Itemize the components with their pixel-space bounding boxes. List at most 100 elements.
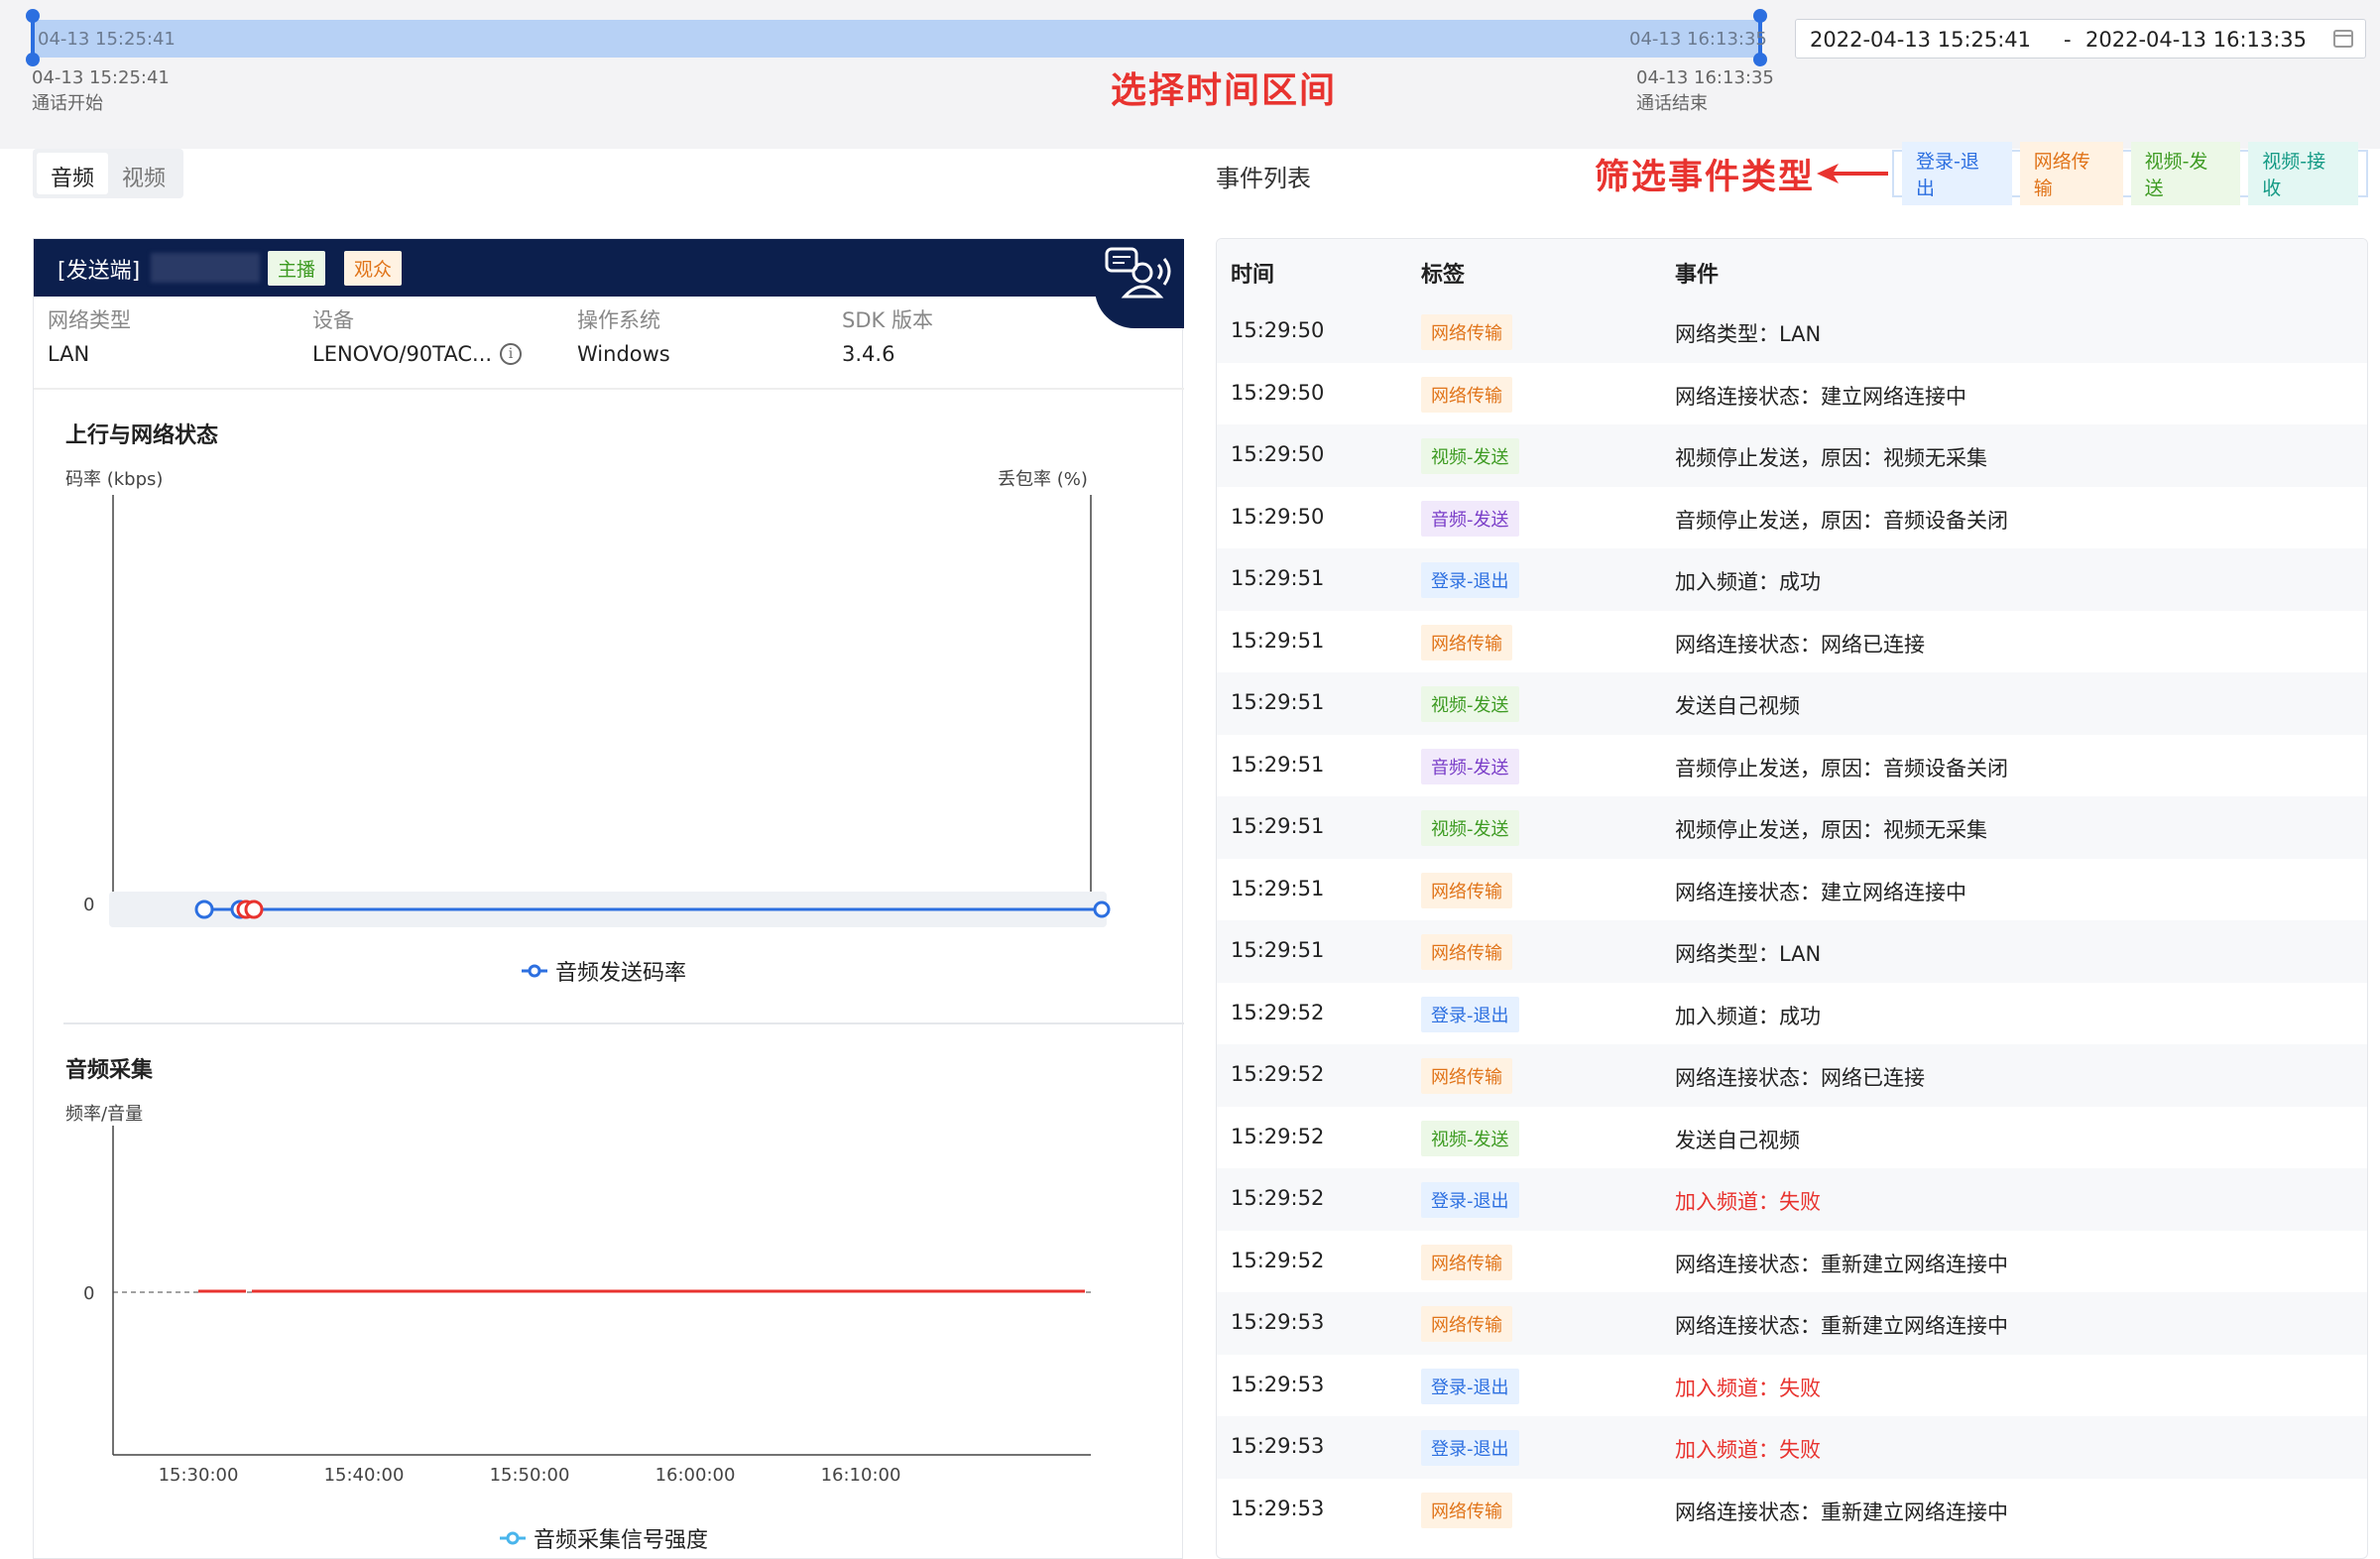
device-value: LENOVO/90TAC...: [312, 342, 493, 366]
info-sdk-version: SDK 版本 3.4.6: [842, 304, 933, 366]
filter-login-logout[interactable]: 登录-退出: [1902, 142, 2012, 205]
event-text: 发送自己视频: [1675, 694, 1800, 718]
sender-panel: [发送端] 主播 观众 网络类型 LAN 设备 LENOVO/90TAC... …: [33, 238, 1184, 1559]
x-tick-label: 16:10:00: [821, 1465, 901, 1486]
event-row[interactable]: 15:29:50 视频-发送 视频停止发送，原因：视频无采集: [1217, 424, 2367, 487]
column-event: 事件: [1675, 263, 1720, 288]
time-range-slider-track[interactable]: [33, 20, 1760, 58]
role-audience-badge: 观众: [344, 251, 403, 286]
event-text: 音频停止发送，原因：音频设备关闭: [1675, 508, 2008, 533]
event-text: 网络类型：LAN: [1675, 322, 1822, 346]
event-row[interactable]: 15:29:53 登录-退出 加入频道：失败: [1217, 1416, 2367, 1479]
event-row[interactable]: 15:29:52 网络传输 网络连接状态：网络已连接: [1217, 1044, 2367, 1107]
event-text: 网络连接状态：建立网络连接中: [1675, 384, 1966, 409]
event-row[interactable]: 15:29:50 网络传输 网络类型：LAN: [1217, 300, 2367, 363]
call-start-caption: 04-13 15:25:41 通话开始: [32, 65, 170, 117]
call-start-label: 通话开始: [32, 93, 103, 114]
event-text: 加入频道：失败: [1675, 1376, 1821, 1400]
event-text: 视频停止发送，原因：视频无采集: [1675, 818, 1987, 842]
media-tabs: 音频 视频: [33, 149, 184, 198]
column-time: 时间: [1231, 263, 1275, 288]
event-row[interactable]: 15:29:52 网络传输 网络连接状态：重新建立网络连接中: [1217, 1231, 2367, 1293]
legend-label: 音频发送码率: [555, 961, 687, 986]
event-time: 15:29:53: [1231, 1310, 1325, 1334]
info-value: 3.4.6: [842, 342, 895, 366]
event-text: 网络类型：LAN: [1675, 942, 1822, 966]
call-end-time: 04-13 16:13:35: [1636, 67, 1774, 88]
info-icon[interactable]: i: [500, 343, 523, 365]
event-row[interactable]: 15:29:52 登录-退出 加入频道：成功: [1217, 983, 2367, 1045]
info-network-type: 网络类型 LAN: [48, 304, 131, 366]
event-row[interactable]: 15:29:52 视频-发送 发送自己视频: [1217, 1107, 2367, 1169]
info-device: 设备 LENOVO/90TAC... i: [312, 304, 523, 366]
x-tick-label: 16:00:00: [655, 1465, 736, 1486]
event-row[interactable]: 15:29:50 网络传输 网络连接状态：建立网络连接中: [1217, 363, 2367, 425]
event-time: 15:29:53: [1231, 1496, 1325, 1520]
tab-video[interactable]: 视频: [108, 153, 179, 194]
event-time: 15:29:50: [1231, 442, 1325, 466]
date-range-start[interactable]: 2022-04-13 15:25:41: [1810, 28, 2031, 52]
x-tick-label: 15:50:00: [490, 1465, 570, 1486]
info-key: 设备: [312, 308, 354, 332]
event-tag: 登录-退出: [1421, 1430, 1519, 1466]
tab-audio[interactable]: 音频: [37, 153, 109, 194]
call-end-label: 通话结束: [1636, 93, 1708, 114]
event-text: 加入频道：成功: [1675, 1004, 1821, 1028]
event-row[interactable]: 15:29:51 视频-发送 发送自己视频: [1217, 672, 2367, 735]
event-row[interactable]: 15:29:52 登录-退出 加入频道：失败: [1217, 1168, 2367, 1231]
event-type-filter: 登录-退出 网络传输 视频-发送 视频-接收: [1892, 142, 2368, 205]
event-tag: 视频-发送: [1421, 1120, 1519, 1156]
sender-label: [发送端]: [58, 259, 141, 284]
sender-header: [发送端] 主播 观众: [34, 239, 1184, 297]
event-tag: 网络传输: [1421, 1058, 1512, 1094]
slider-end-label: 04-13 16:13:35: [1629, 29, 1767, 50]
filter-video-send[interactable]: 视频-发送: [2130, 142, 2241, 205]
x-tick-labels: 15:30:00 15:40:00 15:50:00 16:00:00 16:10:00: [159, 1465, 901, 1486]
event-table: 时间 标签 事件 15:29:50 网络传输 网络类型：LAN 15:29:50 网络传…: [1216, 238, 2368, 1559]
event-time: 15:29:50: [1231, 380, 1325, 405]
range-start-handle[interactable]: [26, 9, 40, 66]
zoom-brush[interactable]: [105, 886, 1136, 935]
event-row[interactable]: 15:29:51 网络传输 网络类型：LAN: [1217, 920, 2367, 983]
filter-video-receive[interactable]: 视频-接收: [2248, 142, 2358, 205]
event-time: 15:29:53: [1231, 1434, 1325, 1458]
event-row[interactable]: 15:29:53 网络传输 网络连接状态：重新建立网络连接中: [1217, 1292, 2367, 1355]
event-row[interactable]: 15:29:51 视频-发送 视频停止发送，原因：视频无采集: [1217, 796, 2367, 859]
event-text: 音频停止发送，原因：音频设备关闭: [1675, 756, 2008, 780]
arrow-left-icon: [1817, 164, 1888, 183]
event-tag: 音频-发送: [1421, 748, 1519, 784]
divider: [63, 1022, 1184, 1024]
event-text: 网络连接状态：重新建立网络连接中: [1675, 1499, 2008, 1524]
event-row[interactable]: 15:29:53 网络传输 网络连接状态：重新建立网络连接中: [1217, 1479, 2367, 1541]
date-range-end[interactable]: 2022-04-13 16:13:35: [2085, 28, 2307, 52]
info-key: 网络类型: [48, 308, 131, 332]
event-time: 15:29:52: [1231, 1062, 1325, 1086]
event-time: 15:29:51: [1231, 628, 1325, 653]
event-text: 加入频道：失败: [1675, 1438, 1821, 1462]
event-tag: 网络传输: [1421, 872, 1512, 908]
event-row[interactable]: 15:29:51 网络传输 网络连接状态：网络已连接: [1217, 611, 2367, 673]
event-tag: 登录-退出: [1421, 1368, 1519, 1404]
event-time: 15:29:51: [1231, 690, 1325, 714]
event-row[interactable]: 15:29:51 登录-退出 加入频道：成功: [1217, 548, 2367, 611]
sender-name-redacted: [151, 253, 260, 283]
capture-legend[interactable]: 音频采集信号强度: [500, 1522, 708, 1554]
date-range-separator: -: [2064, 28, 2072, 52]
event-text: 网络连接状态：建立网络连接中: [1675, 880, 1966, 904]
legend-marker-icon: [500, 1531, 526, 1545]
event-row[interactable]: 15:29:51 音频-发送 音频停止发送，原因：音频设备关闭: [1217, 735, 2367, 797]
filter-network[interactable]: 网络传输: [2019, 142, 2123, 205]
date-range-picker[interactable]: 2022-04-13 15:25:41 - 2022-04-13 16:13:3…: [1795, 19, 2366, 59]
event-time: 15:29:51: [1231, 876, 1325, 900]
event-row[interactable]: 15:29:50 音频-发送 音频停止发送，原因：音频设备关闭: [1217, 487, 2367, 549]
calendar-icon[interactable]: [2333, 30, 2353, 48]
event-time: 15:29:51: [1231, 814, 1325, 838]
uplink-chart-title: 上行与网络状态: [65, 423, 219, 448]
user-voice-icon: [1095, 239, 1184, 328]
event-tag: 网络传输: [1421, 624, 1512, 660]
event-row[interactable]: 15:29:51 网络传输 网络连接状态：建立网络连接中: [1217, 859, 2367, 921]
uplink-legend[interactable]: 音频发送码率: [522, 955, 686, 987]
slider-start-label: 04-13 15:25:41: [38, 29, 176, 50]
event-row[interactable]: 15:29:53 登录-退出 加入频道：失败: [1217, 1355, 2367, 1417]
event-time: 15:29:52: [1231, 1000, 1325, 1024]
